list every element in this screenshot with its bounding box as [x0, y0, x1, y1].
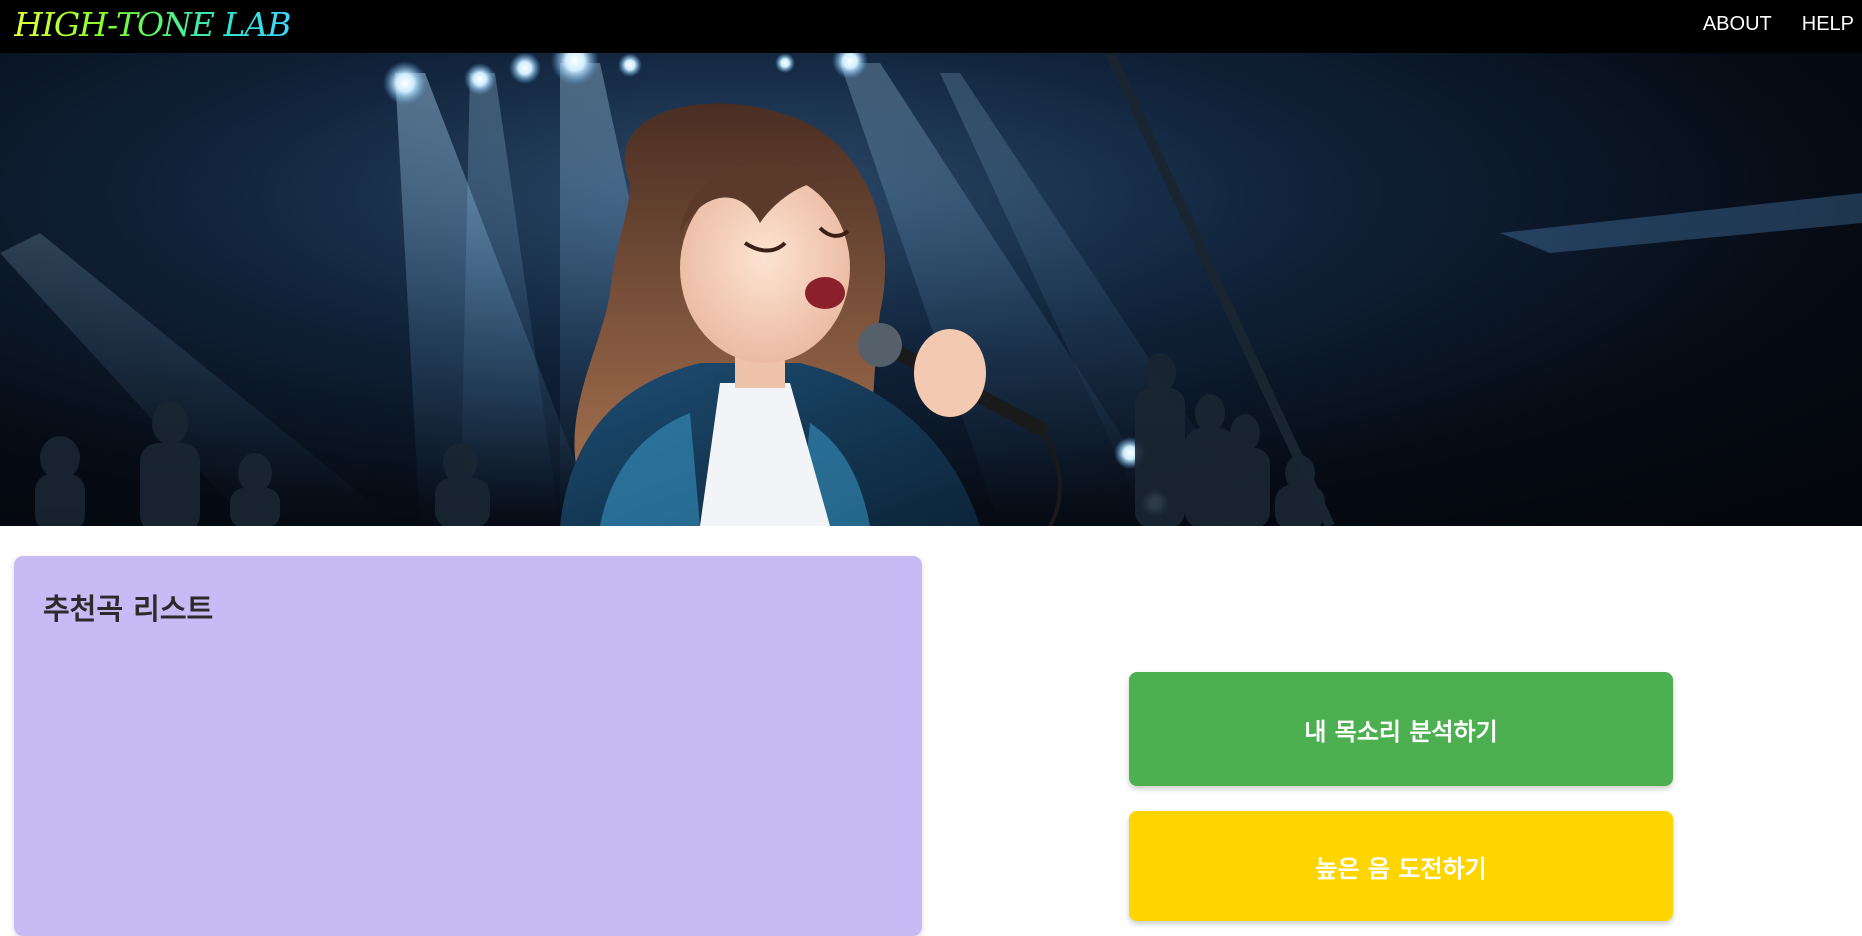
- recommended-songs-title: 추천곡 리스트: [43, 592, 214, 626]
- site-logo[interactable]: HIGH-TONE LAB: [14, 5, 291, 44]
- high-note-challenge-button[interactable]: 높은 음 도전하기: [1129, 811, 1673, 921]
- singer-on-stage-image: [0, 53, 1862, 526]
- recommended-songs-panel: 추천곡 리스트: [14, 556, 922, 936]
- spotlight: [464, 63, 496, 95]
- spotlight: [383, 61, 427, 105]
- singer-mouth: [805, 277, 845, 309]
- singer-hand: [914, 329, 986, 417]
- spotlight: [509, 53, 541, 84]
- analyze-voice-button[interactable]: 내 목소리 분석하기: [1129, 672, 1673, 786]
- nav-help-link[interactable]: HELP: [1802, 13, 1854, 36]
- main-nav: ABOUT HELP: [1703, 13, 1854, 36]
- nav-about-link[interactable]: ABOUT: [1703, 13, 1772, 36]
- spotlight: [775, 53, 795, 73]
- top-navbar: HIGH-TONE LAB ABOUT HELP: [0, 0, 1862, 53]
- spotlight: [618, 53, 642, 77]
- hero-banner-image: [0, 53, 1862, 526]
- stage-light-beam: [1500, 193, 1862, 253]
